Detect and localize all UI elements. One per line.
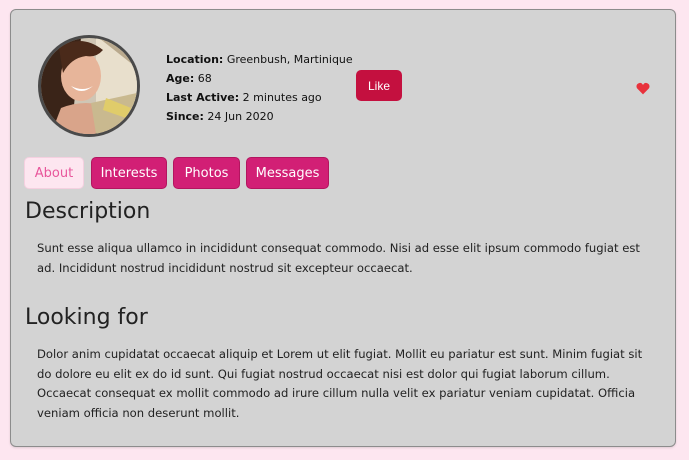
avatar[interactable]: [38, 35, 140, 137]
heart-icon[interactable]: [636, 82, 650, 95]
last-active-value: 2 minutes ago: [242, 91, 322, 104]
tab-messages[interactable]: Messages: [246, 157, 329, 189]
since-value: 24 Jun 2020: [207, 110, 274, 123]
avatar-photo: [41, 38, 137, 134]
location-row: Location: Greenbush, Martinique: [166, 50, 353, 69]
profile-info: Location: Greenbush, Martinique Age: 68 …: [166, 50, 353, 126]
last-active-label: Last Active:: [166, 91, 240, 104]
age-label: Age:: [166, 72, 195, 85]
age-row: Age: 68: [166, 69, 353, 88]
looking-for-text: Dolor anim cupidatat occaecat aliquip et…: [37, 347, 643, 420]
description-title: Description: [25, 199, 151, 224]
tab-about[interactable]: About: [24, 157, 84, 189]
location-label: Location:: [166, 53, 224, 66]
since-row: Since: 24 Jun 2020: [166, 107, 353, 126]
tab-photos[interactable]: Photos: [173, 157, 240, 189]
tab-interests[interactable]: Interests: [91, 157, 167, 189]
since-label: Since:: [166, 110, 204, 123]
age-value: 68: [197, 72, 212, 85]
description-text: Sunt esse aliqua ullamco in incididunt c…: [37, 241, 640, 275]
location-value: Greenbush, Martinique: [226, 53, 353, 66]
profile-card: Location: Greenbush, Martinique Age: 68 …: [10, 9, 676, 447]
last-active-row: Last Active: 2 minutes ago: [166, 88, 353, 107]
looking-for-title: Looking for: [25, 305, 148, 330]
like-button[interactable]: Like: [356, 70, 402, 101]
